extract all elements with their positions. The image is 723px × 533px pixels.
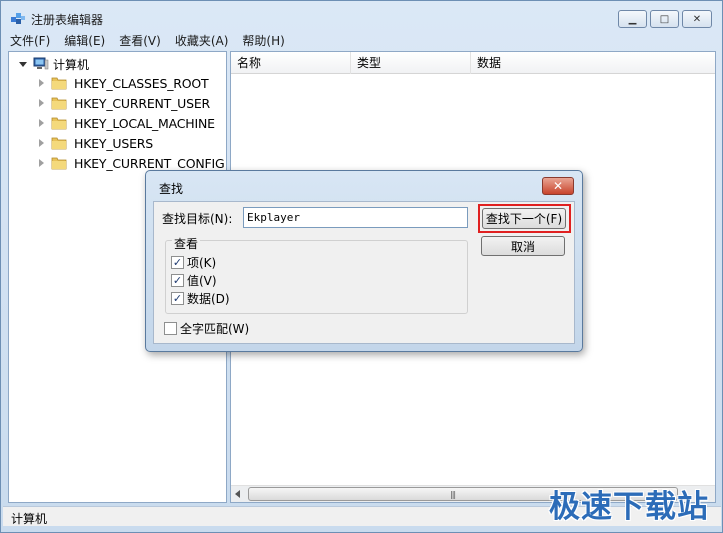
checkbox-data[interactable]: ✓ xyxy=(171,291,184,305)
close-icon: ✕ xyxy=(552,179,564,193)
collapse-arrow-icon[interactable] xyxy=(39,139,44,147)
find-dialog: 查找 ✕ 查找目标(N): Ekplayer 查找下一个(F) 取消 查看 ✓ … xyxy=(145,170,583,352)
tree-node-hkcu[interactable]: HKEY_CURRENT_USER xyxy=(39,93,210,113)
option-values[interactable]: ✓ 值(V) xyxy=(171,272,217,288)
tree-root-label: 计算机 xyxy=(53,57,90,72)
collapse-arrow-icon[interactable] xyxy=(39,79,44,87)
collapse-arrow-icon[interactable] xyxy=(39,119,44,127)
menu-help[interactable]: 帮助(H) xyxy=(235,32,291,50)
dialog-title: 查找 xyxy=(159,182,184,196)
watermark-logo: 极速下载站 xyxy=(549,489,709,525)
scroll-grip-icon: ||| xyxy=(450,490,456,499)
maximize-button[interactable]: □ xyxy=(650,10,679,28)
dialog-body: 查找目标(N): Ekplayer 查找下一个(F) 取消 查看 ✓ 项(K) … xyxy=(153,201,575,344)
folder-icon xyxy=(51,77,67,90)
computer-icon xyxy=(33,57,49,70)
collapse-arrow-icon[interactable] xyxy=(39,159,44,167)
checkbox-whole-string[interactable] xyxy=(164,321,177,335)
maximize-icon: □ xyxy=(659,13,670,25)
close-button[interactable]: ✕ xyxy=(682,10,712,28)
registry-app-icon xyxy=(11,13,25,24)
menu-file[interactable]: 文件(F) xyxy=(3,32,57,50)
option-data-label: 数据(D) xyxy=(187,291,230,306)
tree-node-label: HKEY_CLASSES_ROOT xyxy=(74,75,209,91)
look-at-group: 查看 ✓ 项(K) ✓ 值(V) ✓ 数据(D) xyxy=(165,235,468,314)
checkbox-keys[interactable]: ✓ xyxy=(171,255,184,269)
tree-node-label: HKEY_CURRENT_CONFIG xyxy=(74,155,225,171)
tree-node-label: HKEY_LOCAL_MACHINE xyxy=(74,115,215,131)
tree-node-label: HKEY_CURRENT_USER xyxy=(74,95,211,111)
find-target-input[interactable]: Ekplayer xyxy=(243,207,468,228)
close-icon: ✕ xyxy=(692,13,702,25)
cancel-button[interactable]: 取消 xyxy=(481,236,565,256)
tree-node-hkcr[interactable]: HKEY_CLASSES_ROOT xyxy=(39,73,209,93)
title-bar: 注册表编辑器 ▁ □ ✕ xyxy=(1,1,722,31)
option-whole-string[interactable]: 全字匹配(W) xyxy=(164,320,249,336)
checkmark-icon: ✓ xyxy=(172,255,183,269)
option-data[interactable]: ✓ 数据(D) xyxy=(171,290,230,306)
column-data[interactable]: 数据 xyxy=(471,52,591,74)
folder-icon xyxy=(51,157,67,170)
option-whole-string-label: 全字匹配(W) xyxy=(180,321,250,336)
column-type[interactable]: 类型 xyxy=(351,52,471,74)
collapse-arrow-icon[interactable] xyxy=(39,99,44,107)
tree-node-label: HKEY_USERS xyxy=(74,135,153,151)
list-header: 名称 类型 数据 xyxy=(231,52,715,74)
menu-edit[interactable]: 编辑(E) xyxy=(57,32,112,50)
minimize-button[interactable]: ▁ xyxy=(618,10,647,28)
option-keys-label: 项(K) xyxy=(187,255,217,270)
look-at-label: 查看 xyxy=(172,235,201,252)
tree-node-hku[interactable]: HKEY_USERS xyxy=(39,133,153,153)
tree-node-hklm[interactable]: HKEY_LOCAL_MACHINE xyxy=(39,113,215,133)
checkmark-icon: ✓ xyxy=(172,291,183,305)
folder-icon xyxy=(51,117,67,130)
folder-icon xyxy=(51,97,67,110)
menu-bar: 文件(F) 编辑(E) 查看(V) 收藏夹(A) 帮助(H) xyxy=(3,31,721,51)
checkmark-icon: ✓ xyxy=(172,273,183,287)
option-values-label: 值(V) xyxy=(187,273,217,288)
menu-favorites[interactable]: 收藏夹(A) xyxy=(168,32,236,50)
scroll-left-icon[interactable] xyxy=(235,490,240,498)
find-next-button[interactable]: 查找下一个(F) xyxy=(482,208,566,229)
dialog-close-button[interactable]: ✕ xyxy=(542,177,574,195)
minimize-icon: ▁ xyxy=(628,13,637,25)
folder-icon xyxy=(51,137,67,150)
checkbox-values[interactable]: ✓ xyxy=(171,273,184,287)
tree-root-computer[interactable]: 计算机 xyxy=(19,55,89,73)
expand-arrow-icon[interactable] xyxy=(19,61,27,67)
status-path: 计算机 xyxy=(11,512,48,526)
window-title: 注册表编辑器 xyxy=(31,13,104,27)
column-name[interactable]: 名称 xyxy=(231,52,351,74)
find-target-label: 查找目标(N): xyxy=(162,212,233,226)
menu-view[interactable]: 查看(V) xyxy=(112,32,168,50)
option-keys[interactable]: ✓ 项(K) xyxy=(171,254,216,270)
